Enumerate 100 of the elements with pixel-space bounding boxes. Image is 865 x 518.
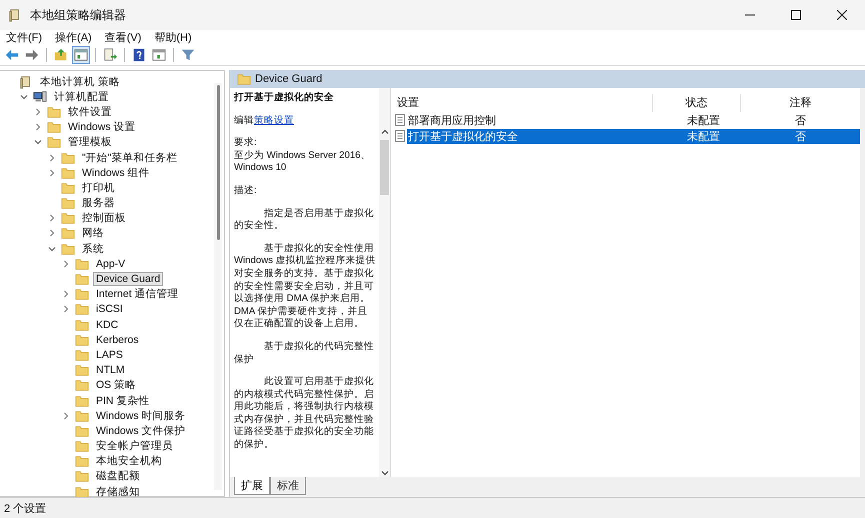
- scroll-thumb[interactable]: [380, 140, 389, 195]
- expand-chevron-icon[interactable]: [62, 412, 70, 420]
- table-cell-text: 否: [794, 130, 807, 144]
- expand-chevron-icon[interactable]: [62, 305, 70, 314]
- folder-icon: [75, 424, 89, 438]
- expand-chevron-icon[interactable]: [34, 123, 42, 132]
- folder-icon: [75, 363, 89, 378]
- collapse-chevron-icon[interactable]: [20, 92, 28, 101]
- setting-page-icon: [395, 114, 405, 126]
- status-text: 2 个设置: [4, 502, 46, 516]
- tree-item[interactable]: 磁盘配额: [93, 469, 143, 484]
- folder-icon: [75, 348, 89, 362]
- folder-icon: [75, 469, 89, 484]
- expand-chevron-icon[interactable]: [34, 108, 42, 116]
- tree-item[interactable]: Windows 设置: [65, 120, 139, 134]
- menu-item[interactable]: 文件(F): [6, 30, 42, 45]
- tab[interactable]: 扩展: [234, 477, 270, 495]
- folder-icon: [75, 287, 89, 302]
- tree-item[interactable]: 本地计算机 策略: [37, 74, 123, 89]
- folder-icon: [75, 318, 89, 332]
- tree-item[interactable]: 计算机配置: [51, 90, 112, 104]
- column-header[interactable]: 设置: [397, 94, 653, 112]
- tree-item[interactable]: "开始"菜单和任务栏: [79, 150, 180, 165]
- tree-item[interactable]: 控制面板: [79, 211, 129, 226]
- column-header[interactable]: 注释: [741, 94, 860, 112]
- tree-item[interactable]: 存储感知: [93, 484, 143, 499]
- folder-icon: [47, 104, 61, 119]
- folder-icon: [75, 378, 89, 392]
- folder-icon: [75, 302, 89, 316]
- console-tree-icon[interactable]: [72, 46, 90, 64]
- collapse-chevron-icon[interactable]: [34, 138, 42, 146]
- tree-item[interactable]: Internet 通信管理: [93, 287, 182, 302]
- policy-scroll-icon: [8, 8, 22, 22]
- folder-icon: [75, 272, 89, 286]
- requirements-text: 至少为 Windows Server 2016、Windows 10: [234, 150, 372, 175]
- table-row[interactable]: 打开基于虚拟化的安全 未配置 否: [407, 128, 860, 144]
- table-cell-text: 打开基于虚拟化的安全: [408, 130, 519, 144]
- scrollbar[interactable]: [379, 88, 390, 477]
- tree-item[interactable]: Kerberos: [93, 332, 142, 347]
- folder-icon: [61, 180, 75, 195]
- scrollbar[interactable]: [214, 83, 222, 490]
- description-paragraph: 基于虚拟化的安全性使用 Windows 虚拟机监控程序来提供对安全服务的支持。基于虚拟化的安全性需要安全启动，并且可以选择使用 DMA 保护来启用。DMA 保护需要硬件支持，并且仅在正确配置的设备上启用。: [234, 242, 377, 331]
- table-cell-text: 未配置: [686, 114, 721, 128]
- folder-icon: [75, 332, 89, 347]
- folder-icon: [61, 242, 75, 256]
- expand-chevron-icon[interactable]: [48, 168, 56, 177]
- tree-item[interactable]: 本地安全机构: [93, 454, 165, 468]
- folder-icon: [61, 226, 75, 240]
- menu-item[interactable]: 帮助(H): [154, 30, 192, 45]
- tree-item[interactable]: 安全帐户管理员: [93, 439, 176, 454]
- tree-item[interactable]: App-V: [93, 256, 128, 271]
- menu-item[interactable]: 操作(A): [55, 30, 92, 45]
- tree-item[interactable]: Windows 时间服务: [93, 408, 189, 423]
- tree-item[interactable]: LAPS: [93, 348, 126, 362]
- setting-page-icon: [395, 130, 405, 142]
- policy-settings-link[interactable]: 策略设置: [254, 114, 294, 126]
- tree-item[interactable]: Windows 组件: [79, 166, 153, 180]
- folder-icon: [47, 120, 61, 134]
- column-header[interactable]: 状态: [653, 94, 741, 112]
- collapse-chevron-icon[interactable]: [48, 244, 56, 253]
- tab[interactable]: 标准: [270, 477, 306, 495]
- expand-chevron-icon[interactable]: [48, 229, 56, 238]
- expand-chevron-icon[interactable]: [48, 154, 56, 162]
- folder-icon: [75, 256, 89, 271]
- tree-item[interactable]: iSCSI: [93, 302, 126, 316]
- expand-chevron-icon[interactable]: [62, 290, 70, 298]
- tree-item[interactable]: 系统: [79, 242, 107, 256]
- tree-item[interactable]: 打印机: [79, 180, 118, 195]
- description-label: 描述:: [234, 184, 258, 198]
- tree-item[interactable]: 网络: [79, 226, 107, 240]
- table-row[interactable]: 部署商用应用控制 未配置 否: [407, 112, 860, 128]
- close-icon[interactable]: [837, 10, 847, 20]
- window-title: 本地组策略编辑器: [30, 6, 126, 24]
- description-paragraph: 基于虚拟化的代码完整性保护: [234, 340, 375, 366]
- folder-icon: [61, 166, 75, 180]
- tree-item[interactable]: NTLM: [93, 363, 128, 378]
- menu-item[interactable]: 查看(V): [104, 30, 142, 45]
- description-paragraph: 此设置可启用基于虚拟化的内核模式代码完整性保护。启用此功能后，将强制执行内核模式内存保护，并且代码完整性验证路径受基于虚拟化的安全功能的保护。: [234, 376, 375, 452]
- expand-chevron-icon[interactable]: [48, 214, 56, 222]
- folder-icon: [61, 196, 75, 210]
- tree-item[interactable]: 软件设置: [65, 104, 115, 119]
- setting-title: 打开基于虚拟化的安全: [234, 92, 335, 105]
- expand-chevron-icon[interactable]: [62, 260, 70, 268]
- scroll-up-icon[interactable]: [380, 128, 388, 136]
- tree-item[interactable]: KDC: [93, 318, 122, 332]
- scroll-down-icon[interactable]: [380, 469, 388, 477]
- tree-item[interactable]: Windows 文件保护: [93, 424, 189, 438]
- maximize-icon[interactable]: [791, 10, 801, 20]
- edit-label: 编辑: [234, 114, 254, 126]
- folder-icon: [75, 408, 89, 423]
- tree-item[interactable]: PIN 复杂性: [93, 394, 152, 408]
- computer-icon: [33, 90, 47, 104]
- tree-item[interactable]: OS 策略: [93, 378, 140, 392]
- folder-icon: [237, 72, 251, 86]
- folder-icon: [75, 394, 89, 408]
- tree-item[interactable]: 管理模板: [65, 135, 115, 150]
- table-cell-text: 否: [794, 114, 807, 128]
- folder-icon: [61, 150, 75, 165]
- tree-item[interactable]: Device Guard: [93, 272, 164, 286]
- tree-item[interactable]: 服务器: [79, 196, 118, 210]
